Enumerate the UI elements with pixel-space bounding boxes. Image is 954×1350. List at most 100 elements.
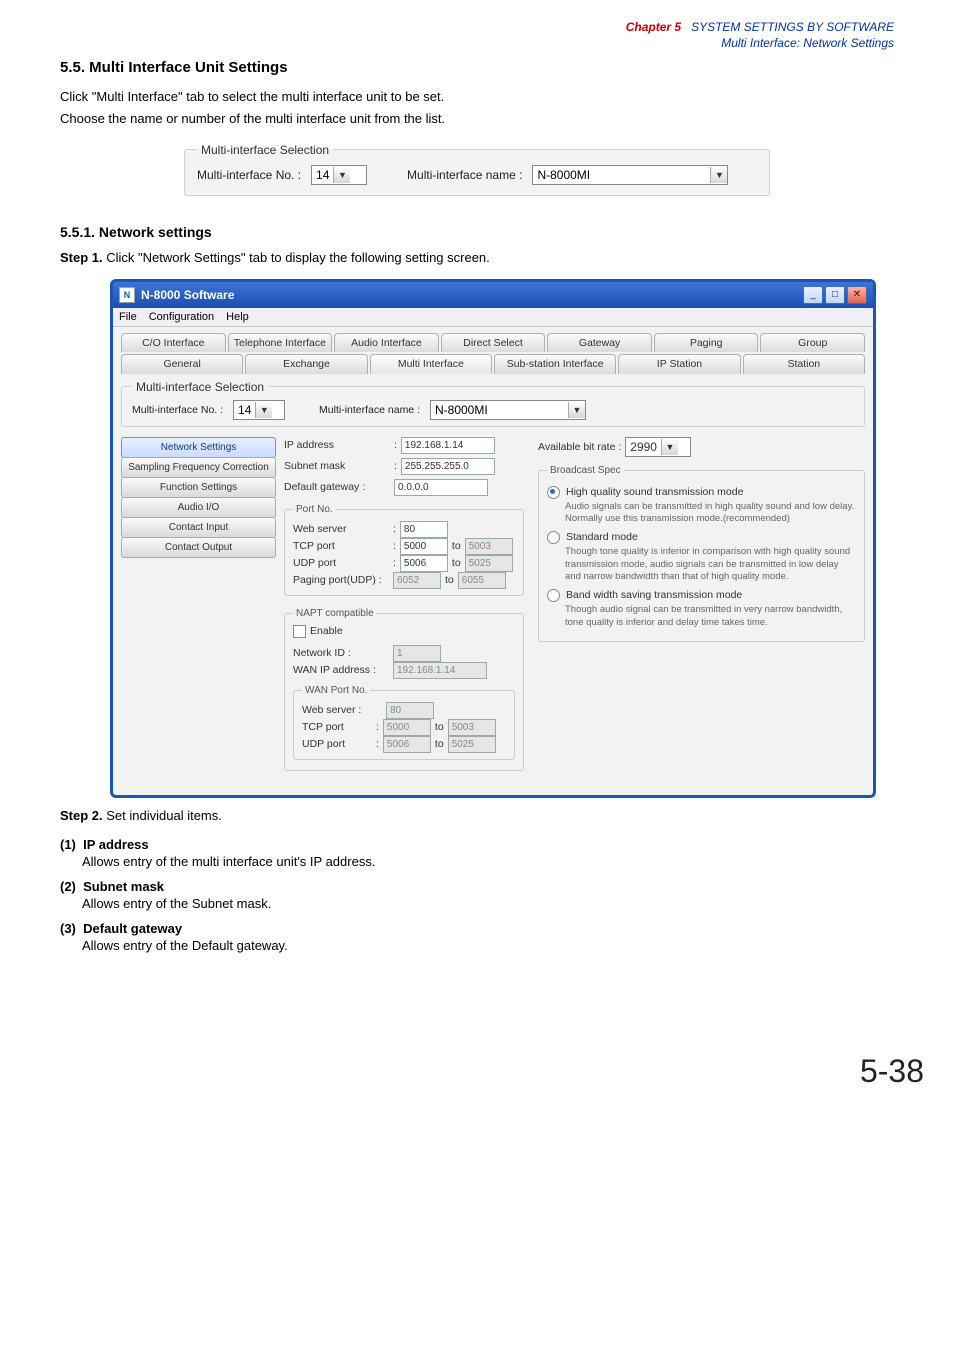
wan-ip-label: WAN IP address : [293,664,389,676]
subnet-mask-input[interactable]: 255.255.255.0 [401,458,495,475]
intro-line-1: Click "Multi Interface" tab to select th… [60,88,894,106]
nav-sampling-frequency[interactable]: Sampling Frequency Correction [121,457,276,478]
port-no-legend: Port No. [293,504,336,515]
tab-group[interactable]: Group [760,333,865,352]
mi-no-combo[interactable]: 14 ▼ [311,165,367,185]
opt-standard[interactable]: Standard mode [547,531,856,544]
tab-audio-interface[interactable]: Audio Interface [334,333,439,352]
paging-port-to: 6055 [458,572,506,589]
def-default-gateway: (3) Default gateway [60,921,894,936]
tcp-port-from[interactable]: 5000 [400,538,448,555]
tab-co-interface[interactable]: C/O Interface [121,333,226,352]
nav-audio-io[interactable]: Audio I/O [121,497,276,518]
wan-web-input: 80 [386,702,434,719]
napt-enable-check[interactable]: Enable [293,625,343,638]
napt-group: NAPT compatible Enable Network ID : 1 WA… [284,608,524,771]
tab-paging[interactable]: Paging [654,333,759,352]
udp-port-label: UDP port [293,557,389,569]
nav-contact-input[interactable]: Contact Input [121,517,276,538]
mi-no-label: Multi-interface No. : [197,168,301,182]
tab-general[interactable]: General [121,354,243,374]
available-bitrate-combo[interactable]: 2990 ▼ [625,437,691,457]
opt-high-quality-label: High quality sound transmission mode [566,486,743,499]
maximize-button[interactable]: □ [825,286,845,304]
minimize-button[interactable]: _ [803,286,823,304]
opt-standard-label: Standard mode [566,531,638,544]
wan-web-label: Web server : [302,704,382,716]
nav-network-settings[interactable]: Network Settings [121,437,276,458]
tab-direct-select[interactable]: Direct Select [441,333,546,352]
opt-standard-desc: Though tone quality is inferior in compa… [565,546,856,583]
inner-selection-legend: Multi-interface Selection [132,380,268,394]
page-number: 5-38 [0,1053,924,1090]
intro-line-2: Choose the name or number of the multi i… [60,110,894,128]
web-server-input[interactable]: 80 [400,521,448,538]
opt-bandwidth-saving[interactable]: Band width saving transmission mode [547,589,856,602]
chapter-header: Chapter 5 SYSTEM SETTINGS BY SOFTWARE Mu… [60,20,894,51]
wan-port-group: WAN Port No. Web server : 80 TCP port : … [293,685,515,760]
opt-bandwidth-saving-desc: Though audio signal can be transmitted i… [565,604,856,629]
chevron-down-icon: ▼ [333,167,350,183]
menubar: File Configuration Help [113,308,873,327]
tab-gateway[interactable]: Gateway [547,333,652,352]
default-gateway-label: Default gateway : [284,481,390,493]
wan-ip-input: 192.168.1.14 [393,662,487,679]
wan-udp-label: UDP port [302,738,372,750]
window-title: N-8000 Software [141,288,234,302]
network-id-input: 1 [393,645,441,662]
inner-mi-selection: Multi-interface Selection Multi-interfac… [121,380,865,427]
tab-substation-interface[interactable]: Sub-station Interface [494,354,616,374]
tab-multi-interface[interactable]: Multi Interface [370,354,492,374]
available-bitrate-label: Available bit rate : [538,441,621,453]
wan-tcp-to: 5003 [448,719,496,736]
menu-configuration[interactable]: Configuration [149,311,214,323]
nav-function-settings[interactable]: Function Settings [121,477,276,498]
def-subnet-mask: (2) Subnet mask [60,879,894,894]
checkbox-icon [293,625,306,638]
tab-exchange[interactable]: Exchange [245,354,367,374]
inner-mi-name-label: Multi-interface name : [319,404,420,416]
wan-udp-to: 5025 [448,736,496,753]
client-area: C/O Interface Telephone Interface Audio … [113,327,873,795]
def-default-gateway-desc: Allows entry of the Default gateway. [82,938,894,953]
broadcast-spec-group: Broadcast Spec High quality sound transm… [538,465,865,642]
mi-name-combo[interactable]: N-8000MI ▼ [532,165,728,185]
broadcast-spec-legend: Broadcast Spec [547,465,624,476]
wan-tcp-from: 5000 [383,719,431,736]
opt-high-quality[interactable]: High quality sound transmission mode [547,486,856,499]
menu-file[interactable]: File [119,311,137,323]
tab-telephone-interface[interactable]: Telephone Interface [228,333,333,352]
def-ip-address: (1) IP address [60,837,894,852]
close-button[interactable]: ✕ [847,286,867,304]
web-server-label: Web server [293,523,389,535]
paging-port-label: Paging port(UDP) : [293,574,389,586]
radio-icon [547,531,560,544]
inner-mi-no-combo[interactable]: 14 ▼ [233,400,285,420]
tcp-port-to: 5003 [465,538,513,555]
tab-row-upper: C/O Interface Telephone Interface Audio … [121,333,865,352]
chapter-title-1: SYSTEM SETTINGS BY SOFTWARE [684,20,894,34]
wan-udp-from: 5006 [383,736,431,753]
inner-mi-name-combo[interactable]: N-8000MI ▼ [430,400,586,420]
ip-address-input[interactable]: 192.168.1.14 [401,437,495,454]
port-no-group: Port No. Web server : 80 TCP port : 5000… [284,504,524,596]
chevron-down-icon: ▼ [568,402,585,418]
ip-address-label: IP address [284,439,390,451]
selection-legend: Multi-interface Selection [197,143,333,157]
multi-interface-selection-box: Multi-interface Selection Multi-interfac… [184,143,770,196]
tab-station[interactable]: Station [743,354,865,374]
step-2: Step 2. Set individual items. [60,808,894,823]
app-icon: N [119,287,135,303]
default-gateway-input[interactable]: 0.0.0.0 [394,479,488,496]
app-window: N N-8000 Software _ □ ✕ File Configurati… [110,279,876,798]
tab-ip-station[interactable]: IP Station [618,354,740,374]
chevron-down-icon: ▼ [255,402,272,418]
udp-port-to: 5025 [465,555,513,572]
side-nav: Network Settings Sampling Frequency Corr… [121,437,276,775]
chapter-title-2: Multi Interface: Network Settings [721,36,894,50]
nav-contact-output[interactable]: Contact Output [121,537,276,558]
wan-tcp-label: TCP port [302,721,372,733]
menu-help[interactable]: Help [226,311,249,323]
udp-port-from[interactable]: 5006 [400,555,448,572]
inner-mi-no-label: Multi-interface No. : [132,404,223,416]
